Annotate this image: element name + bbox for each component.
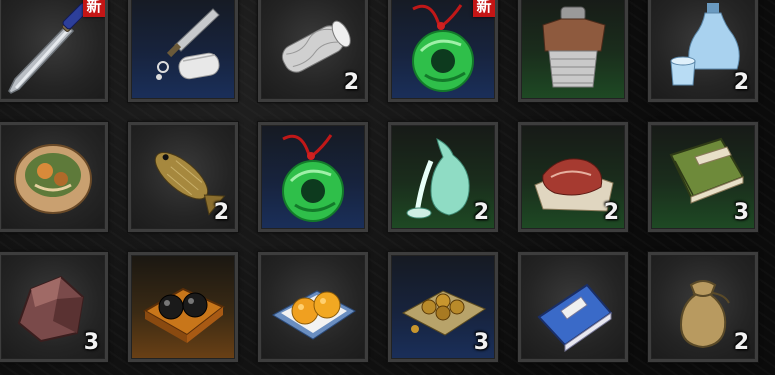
dumpling-bowl-icon [14, 144, 92, 214]
inventory-slot[interactable] [517, 251, 629, 363]
inventory-slot[interactable]: 2 [127, 121, 239, 233]
inventory-slot[interactable]: 3 [647, 121, 759, 233]
item-count: 2 [473, 200, 489, 225]
new-badge: 新 [83, 0, 105, 17]
black-pearls-icon [142, 287, 225, 343]
inventory-slot[interactable] [257, 251, 369, 363]
inventory-slot[interactable] [0, 121, 109, 233]
item-count: 2 [343, 70, 359, 95]
item-count: 3 [83, 330, 99, 355]
inventory-slot[interactable]: 新 [387, 0, 499, 103]
inventory-slot[interactable]: 新 [0, 0, 109, 103]
inventory-grid: 新 2 新 2 2 2 2 3 3 3 2 [0, 0, 775, 375]
oranges-icon [271, 290, 356, 340]
item-count: 2 [733, 330, 749, 355]
chainmail-vest-icon [542, 6, 606, 88]
inventory-slot[interactable]: 2 [647, 0, 759, 103]
new-badge: 新 [473, 0, 495, 17]
inventory-slot[interactable]: 2 [647, 251, 759, 363]
inventory-slot[interactable]: 2 [257, 0, 369, 103]
item-count: 3 [733, 200, 749, 225]
inventory-slot[interactable] [257, 121, 369, 233]
inventory-slot[interactable]: 3 [0, 251, 109, 363]
inventory-slot[interactable] [127, 251, 239, 363]
item-count: 2 [213, 200, 229, 225]
inventory-slot[interactable] [127, 0, 239, 103]
kunai-scroll-icon [156, 8, 220, 80]
inventory-slot[interactable]: 2 [387, 121, 499, 233]
inventory-slot[interactable]: 2 [517, 121, 629, 233]
item-count: 3 [473, 330, 489, 355]
item-count: 2 [733, 70, 749, 95]
inventory-slot[interactable]: 3 [387, 251, 499, 363]
blue-book-icon [537, 283, 613, 352]
inventory-slot[interactable] [517, 0, 629, 103]
jade-pendant-icon [282, 134, 344, 222]
item-count: 2 [603, 200, 619, 225]
